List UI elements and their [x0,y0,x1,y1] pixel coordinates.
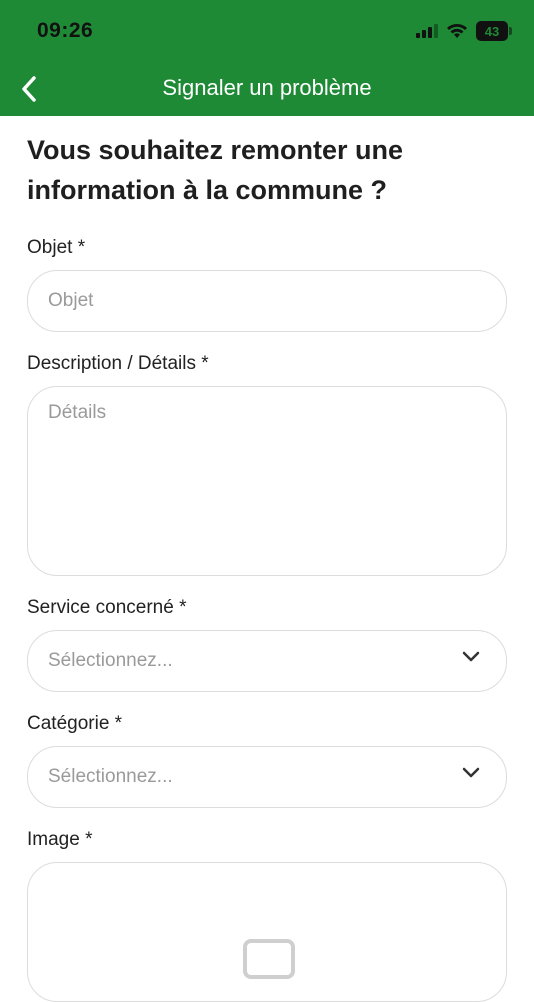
service-placeholder: Sélectionnez... [48,650,173,671]
status-icons: 43 [416,21,512,41]
object-label: Objet * [27,237,86,258]
battery-level: 43 [483,23,501,39]
status-time: 09:26 [37,19,94,42]
service-label: Service concerné * [27,597,187,618]
wifi-icon [447,24,467,38]
app-header: 09:26 43 Signaler un problème [0,0,534,116]
description-label: Description / Détails * [27,353,209,374]
description-placeholder: Détails [48,402,107,423]
chevron-down-icon [462,651,480,662]
object-placeholder: Objet [48,290,94,311]
category-label: Catégorie * [27,713,123,734]
image-label: Image * [27,829,93,850]
image-upload-area[interactable] [27,862,507,1002]
image-placeholder-icon [243,939,295,979]
page-title: Vous souhaitez remonter une information … [27,135,404,205]
nav-title: Signaler un problème [162,75,372,100]
chevron-down-icon [462,767,480,778]
object-input[interactable]: Objet [27,270,507,332]
category-select[interactable]: Sélectionnez... [27,746,507,808]
signal-icon [416,24,438,38]
battery-icon: 43 [476,21,508,41]
category-placeholder: Sélectionnez... [48,766,173,787]
service-select[interactable]: Sélectionnez... [27,630,507,692]
description-textarea[interactable]: Détails [27,386,507,576]
